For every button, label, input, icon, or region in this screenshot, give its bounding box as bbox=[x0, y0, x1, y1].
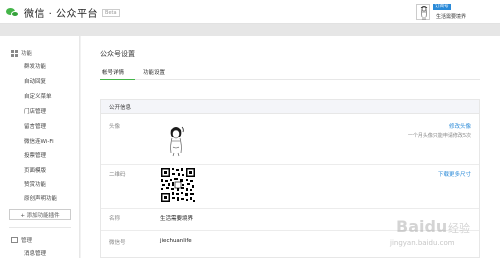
baidu-jingyan-watermark: Baidu 经验 bbox=[388, 212, 498, 256]
avatar-change-note: 一个月头像只能申请修改5次 bbox=[407, 133, 471, 139]
sidebar-item-comments[interactable]: 留言管理 bbox=[24, 122, 46, 130]
sidebar-section-label: 管理 bbox=[21, 238, 33, 244]
wechat-id-value: jiechuanlife bbox=[160, 238, 192, 244]
svg-text:Baidu: Baidu bbox=[396, 217, 447, 236]
sketch-avatar-image bbox=[170, 126, 184, 157]
panel-header: 公开信息 bbox=[101, 100, 479, 114]
active-tab-indicator bbox=[100, 79, 135, 80]
account-name-value: 生活需要境界 bbox=[160, 216, 194, 222]
qrcode-image bbox=[160, 167, 196, 203]
download-qrcode-link[interactable]: 下载更多尺寸 bbox=[438, 170, 471, 178]
tab-account-details[interactable]: 帐号详情 bbox=[102, 68, 124, 76]
wechat-logo[interactable]: 微信 · 公众平台 Beta bbox=[6, 5, 120, 20]
wechat-logo-icon bbox=[6, 7, 20, 19]
wechat-id-label: 微信号 bbox=[109, 240, 126, 246]
avatar-label: 头像 bbox=[109, 124, 121, 130]
top-header: 微信 · 公众平台 Beta 订阅号 生活需要境界 bbox=[0, 0, 500, 24]
account-qrcode bbox=[160, 167, 196, 203]
row-divider bbox=[101, 208, 479, 209]
sidebar-item-page-template[interactable]: 页面模版 bbox=[24, 166, 46, 174]
tab-function-settings[interactable]: 功能设置 bbox=[143, 68, 165, 76]
qrcode-label: 二维码 bbox=[109, 172, 126, 178]
sidebar-item-auto-reply[interactable]: 自动回复 bbox=[24, 77, 46, 85]
account-avatar-image bbox=[160, 123, 192, 157]
header-band bbox=[0, 24, 500, 36]
baidu-paw-logo: Baidu 经验 bbox=[396, 217, 470, 236]
sidebar-section-manage: 管理 bbox=[11, 236, 32, 244]
change-avatar-link[interactable]: 修改头像 bbox=[449, 122, 471, 130]
panel-title: 公开信息 bbox=[109, 105, 132, 111]
manage-icon bbox=[11, 237, 18, 243]
row-divider bbox=[101, 164, 479, 165]
sidebar-divider bbox=[9, 227, 71, 228]
sidebar-item-messages[interactable]: 消息管理 bbox=[24, 249, 46, 257]
sidebar: 功能 群发功能 自动回复 自定义菜单 门店管理 留言管理 微信连Wi-Fi 投票… bbox=[0, 36, 80, 258]
user-avatar[interactable] bbox=[416, 4, 430, 20]
sidebar-item-original[interactable]: 原创声明功能 bbox=[24, 194, 57, 202]
tab-bar: 帐号详情 功能设置 bbox=[100, 66, 480, 80]
user-avatar-sketch-icon bbox=[420, 6, 428, 20]
account-type-badge: 订阅号 bbox=[433, 4, 451, 10]
svg-text:经验: 经验 bbox=[448, 221, 470, 235]
sidebar-item-store[interactable]: 门店管理 bbox=[24, 107, 46, 115]
page-title: 公众号设置 bbox=[100, 50, 135, 58]
sidebar-item-vote[interactable]: 投票管理 bbox=[24, 151, 46, 159]
sidebar-item-wifi[interactable]: 微信连Wi-Fi bbox=[24, 137, 54, 145]
sidebar-section-function: 功能 bbox=[11, 49, 32, 57]
app-title: 微信 · 公众平台 bbox=[24, 9, 99, 20]
watermark-url: jingyan.baidu.com bbox=[390, 239, 455, 247]
sidebar-section-label: 功能 bbox=[21, 51, 33, 57]
grid-icon bbox=[11, 49, 18, 57]
beta-badge: Beta bbox=[102, 8, 120, 17]
sidebar-item-custom-menu[interactable]: 自定义菜单 bbox=[24, 92, 52, 100]
sidebar-item-mass-send[interactable]: 群发功能 bbox=[24, 62, 46, 70]
name-label: 名称 bbox=[109, 216, 121, 222]
sidebar-item-reward[interactable]: 赞赏功能 bbox=[24, 180, 46, 188]
add-plugin-button[interactable]: + 添加功能插件 bbox=[9, 209, 71, 220]
user-name[interactable]: 生活需要境界 bbox=[436, 13, 466, 20]
